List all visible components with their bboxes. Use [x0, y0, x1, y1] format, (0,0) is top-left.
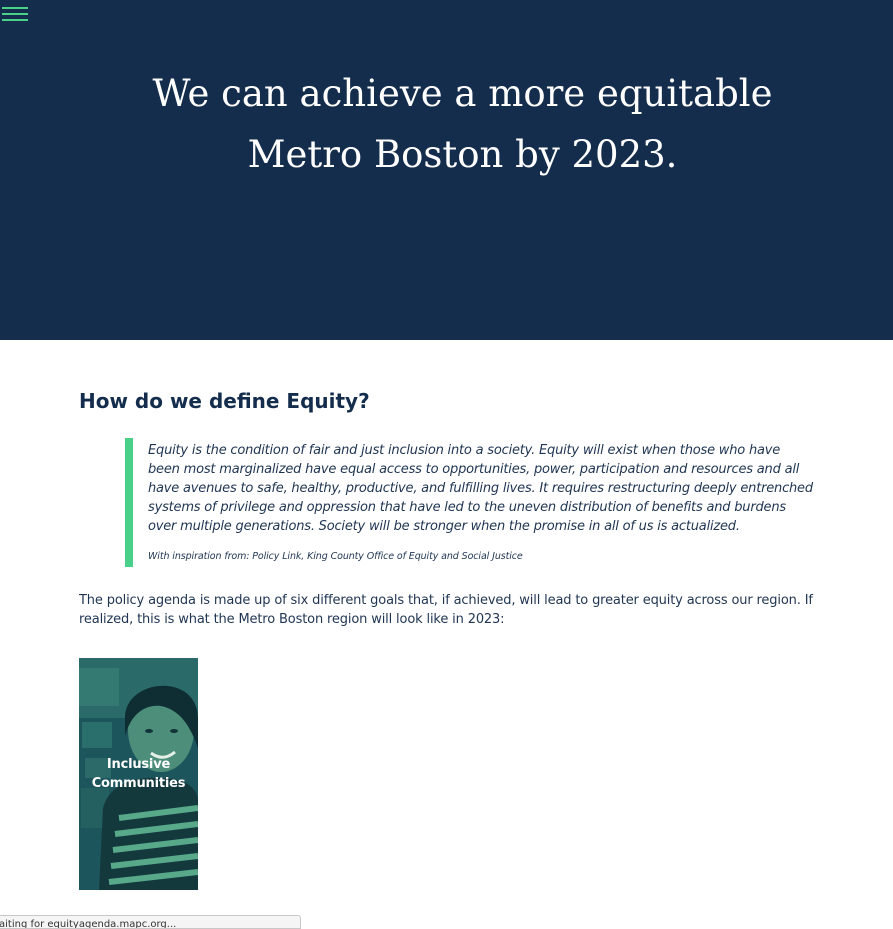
quote-text: Equity is the condition of fair and just… [148, 443, 813, 534]
equity-heading: How do we define Equity? [79, 389, 370, 413]
browser-status-bar: aiting for equityagenda.mapc.org... [0, 915, 301, 929]
menu-line [2, 13, 28, 15]
hero-banner: We can achieve a more equitable Metro Bo… [0, 0, 893, 340]
hero-title-line1: We can achieve a more equitable [152, 72, 773, 115]
goal-label: Inclusive Communities [79, 755, 198, 793]
quote-source: With inspiration from: Policy Link, King… [148, 551, 523, 562]
hero-title: We can achieve a more equitable Metro Bo… [100, 63, 825, 185]
goal-label-line2: Communities [91, 776, 186, 791]
menu-line [2, 7, 28, 9]
equity-definition-quote: Equity is the condition of fair and just… [125, 438, 815, 567]
hamburger-menu-icon[interactable] [2, 7, 28, 23]
hero-title-line2: Metro Boston by 2023. [247, 133, 678, 176]
goal-label-line1: Inclusive [106, 757, 171, 772]
goal-card-inclusive-communities[interactable]: Inclusive Communities [79, 658, 198, 890]
status-text: aiting for equityagenda.mapc.org... [0, 919, 177, 929]
menu-line [2, 19, 28, 21]
intro-paragraph: The policy agenda is made up of six diff… [79, 593, 813, 627]
